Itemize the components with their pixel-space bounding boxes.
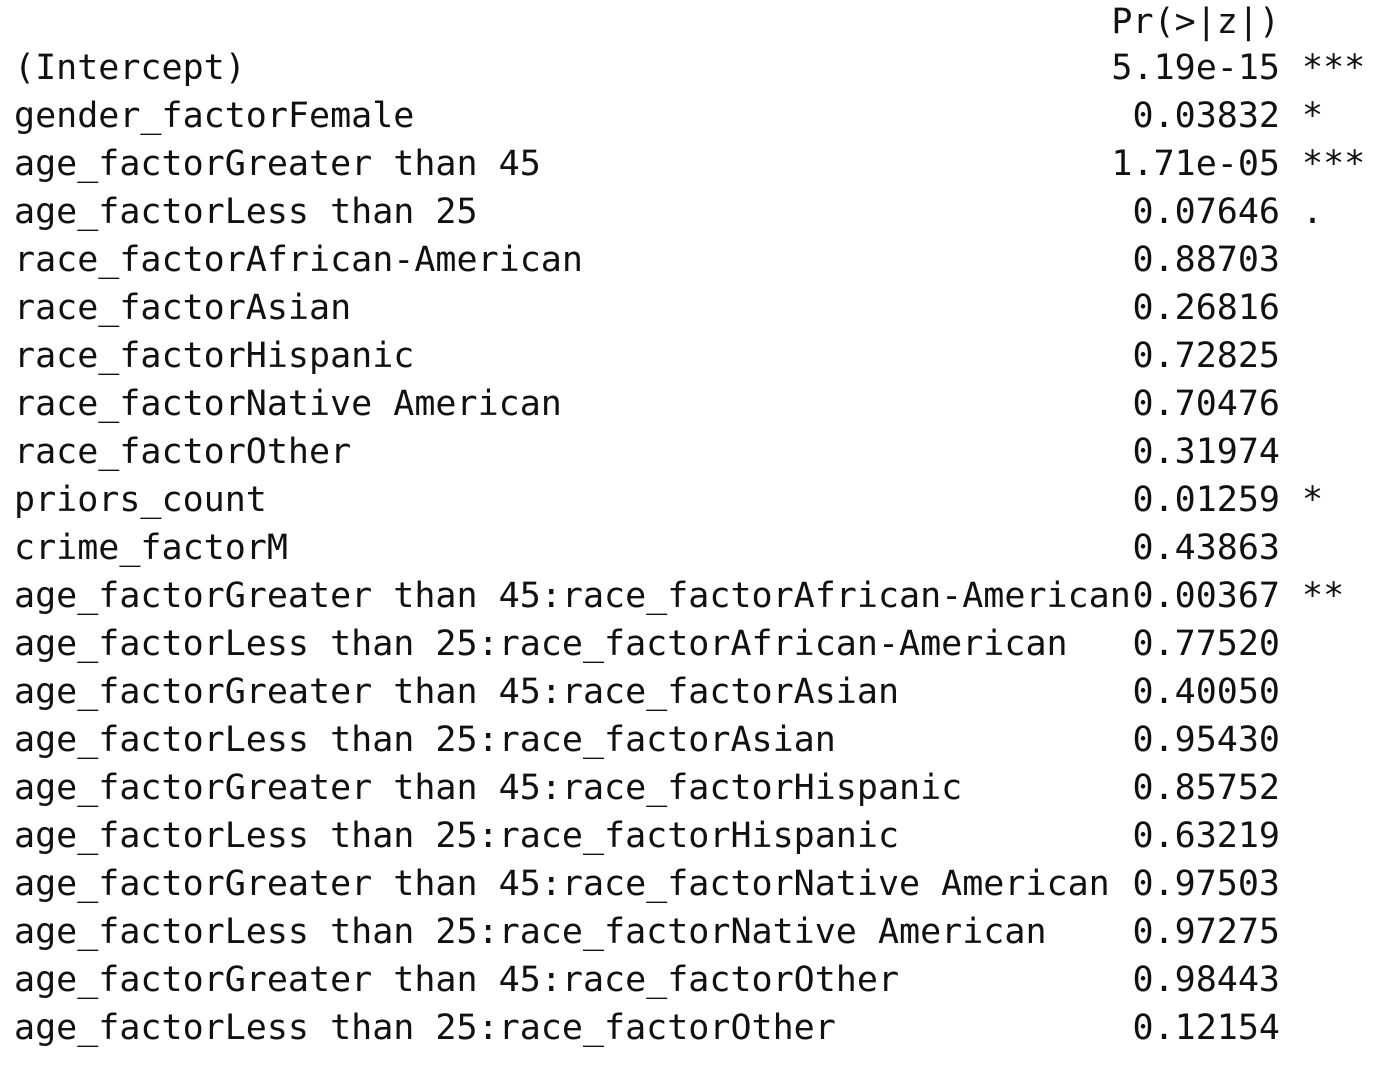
coefficient-row: race_factorAsian 0.26816 (14, 284, 1364, 332)
p-value: 0.12154 (1132, 1008, 1280, 1048)
pvalue-column-header: Pr(>|z|) (1111, 2, 1280, 42)
coefficient-row: age_factorGreater than 45:race_factorHis… (14, 764, 1364, 812)
coefficient-row: race_factorNative American 0.70476 (14, 380, 1364, 428)
term-name: age_factorLess than 25:race_factorAfrica… (14, 624, 1068, 664)
coefficient-row: (Intercept) 5.19e-15 *** (14, 44, 1366, 92)
coefficient-row: age_factorLess than 25:race_factorAfrica… (14, 620, 1364, 668)
coefficient-row: age_factorGreater than 45:race_factorNat… (14, 860, 1364, 908)
p-value: 0.00367 (1132, 576, 1280, 616)
term-name: age_factorGreater than 45:race_factorAsi… (14, 672, 900, 712)
p-value: 0.95430 (1132, 720, 1280, 760)
p-value: 5.19e-15 (1111, 48, 1280, 88)
column-header-row: Pr(>|z|) (14, 0, 1364, 44)
p-value: 0.03832 (1132, 96, 1280, 136)
coefficient-row: age_factorLess than 25 0.07646. (14, 188, 1364, 236)
coefficient-row: race_factorHispanic 0.72825 (14, 332, 1364, 380)
p-value: 0.85752 (1132, 768, 1280, 808)
p-value: 0.63219 (1132, 816, 1280, 856)
coefficient-row: race_factorAfrican-American 0.88703 (14, 236, 1364, 284)
coefficient-row: age_factorGreater than 45:race_factorOth… (14, 956, 1364, 1004)
p-value: 1.71e-05 (1111, 144, 1280, 184)
p-value: 0.77520 (1132, 624, 1280, 664)
term-name: age_factorGreater than 45:race_factorOth… (14, 960, 900, 1000)
term-name: age_factorGreater than 45:race_factorAfr… (14, 576, 1131, 616)
coefficient-row: crime_factorM 0.43863 (14, 524, 1364, 572)
coefficient-row: age_factorGreater than 45 1.71e-05 *** (14, 140, 1366, 188)
term-name: (Intercept) (14, 48, 246, 88)
p-value: 0.88703 (1132, 240, 1280, 280)
significance-code: ** (1302, 576, 1345, 616)
coefficient-row: priors_count 0.01259 * (14, 476, 1364, 524)
term-name: race_factorAfrican-American (14, 240, 583, 280)
p-value: 0.01259 (1132, 480, 1280, 520)
coefficient-row: age_factorGreater than 45:race_factorAfr… (14, 572, 1364, 620)
significance-code: *** (1302, 48, 1366, 88)
significance-code: . (1302, 192, 1324, 232)
term-name: race_factorNative American (14, 384, 562, 424)
term-name: age_factorGreater than 45 (14, 144, 541, 184)
p-value: 0.07646 (1132, 192, 1280, 232)
significance-code: * (1302, 480, 1324, 520)
term-name: age_factorLess than 25:race_factorAsian (14, 720, 836, 760)
coefficient-row: age_factorLess than 25:race_factorHispan… (14, 812, 1364, 860)
coefficient-rows: (Intercept) 5.19e-15 *** gender_factorFemal… (14, 44, 1366, 1052)
significance-code: *** (1302, 144, 1366, 184)
coefficient-row: age_factorLess than 25:race_factorAsian 0… (14, 716, 1364, 764)
p-value: 0.97275 (1132, 912, 1280, 952)
p-value: 0.70476 (1132, 384, 1280, 424)
term-name: age_factorLess than 25:race_factorHispan… (14, 816, 900, 856)
term-name: age_factorGreater than 45:race_factorHis… (14, 768, 963, 808)
coefficient-row: age_factorLess than 25:race_factorNative… (14, 908, 1364, 956)
term-name: gender_factorFemale (14, 96, 415, 136)
term-name: age_factorLess than 25:race_factorOther (14, 1008, 836, 1048)
coefficient-row: age_factorLess than 25:race_factorOther 0… (14, 1004, 1364, 1052)
term-name: priors_count (14, 480, 267, 520)
p-value: 0.26816 (1132, 288, 1280, 328)
regression-output: Pr(>|z|) (Intercept) 5.19e-15 *** gender_fa… (14, 0, 1366, 1052)
term-name: race_factorOther (14, 432, 352, 472)
coefficient-row: race_factorOther 0.31974 (14, 428, 1364, 476)
p-value: 0.97503 (1132, 864, 1280, 904)
p-value: 0.31974 (1132, 432, 1280, 472)
p-value: 0.98443 (1132, 960, 1280, 1000)
term-name: race_factorAsian (14, 288, 352, 328)
term-name: age_factorLess than 25:race_factorNative… (14, 912, 1047, 952)
term-name: age_factorGreater than 45:race_factorNat… (14, 864, 1110, 904)
p-value: 0.72825 (1132, 336, 1280, 376)
p-value: 0.43863 (1132, 528, 1280, 568)
p-value: 0.40050 (1132, 672, 1280, 712)
coefficient-row: gender_factorFemale 0.03832 * (14, 92, 1364, 140)
term-name: crime_factorM (14, 528, 288, 568)
coefficient-row: age_factorGreater than 45:race_factorAsi… (14, 668, 1364, 716)
term-name: race_factorHispanic (14, 336, 415, 376)
significance-code: * (1302, 96, 1324, 136)
term-name: age_factorLess than 25 (14, 192, 478, 232)
